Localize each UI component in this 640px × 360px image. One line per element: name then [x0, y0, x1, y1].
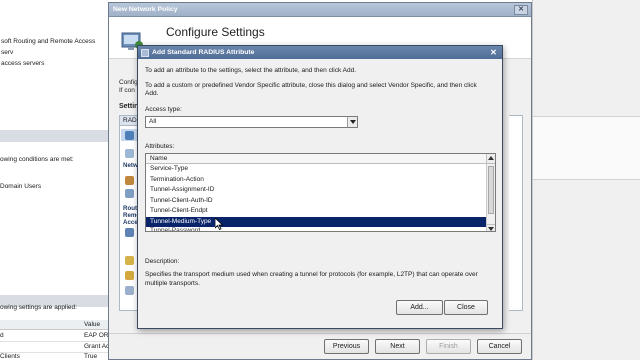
background-right-panel [533, 116, 640, 180]
policy-window-close-icon[interactable]: ✕ [514, 4, 528, 15]
attributes-column-header[interactable]: Name [146, 154, 495, 164]
dialog-close-icon[interactable]: ✕ [488, 48, 499, 58]
list-item[interactable]: Tunnel-Client-Auth-ID [146, 196, 487, 207]
instruction-text-1: To add an attribute to the settings, sel… [145, 67, 357, 74]
ip-filters-icon[interactable] [125, 256, 134, 265]
list-item[interactable]: Tunnel-Password [146, 227, 487, 231]
list-item-selected[interactable]: Tunnel-Medium-Type [146, 216, 487, 227]
instruction-text-2: To add a custom or predefined Vendor Spe… [145, 82, 477, 89]
attributes-list[interactable]: Name Service-Type Termination-Action Tun… [145, 153, 496, 232]
policy-window-footer: Previous Next Finish Cancel [109, 333, 531, 359]
instruction-text-3: Add. [145, 90, 159, 97]
scroll-up-icon[interactable] [486, 154, 495, 163]
scrollbar-thumb[interactable] [488, 166, 494, 214]
console-description: soft Routing and Remote Access serv acce… [0, 36, 108, 69]
access-group: Acce [123, 219, 138, 226]
encryption-icon[interactable] [125, 271, 134, 280]
close-button[interactable]: Close [444, 300, 488, 315]
console-description-line-1: soft Routing and Remote Access serv [1, 38, 96, 56]
configure-text-2: If con [119, 87, 135, 94]
table-row-name: Clients [0, 353, 20, 360]
description-label: Description: [145, 258, 180, 265]
chevron-down-icon[interactable] [347, 117, 357, 127]
list-item[interactable]: Tunnel-Client-Endpt [146, 206, 487, 217]
previous-button[interactable]: Previous [324, 339, 369, 354]
ip-settings-icon[interactable] [125, 286, 134, 295]
settings-text: owing settings are applied: [0, 304, 77, 311]
table-row-name: d [0, 332, 4, 339]
list-item[interactable]: Tunnel-Assignment-ID [146, 185, 487, 196]
attributes-scrollbar[interactable] [486, 164, 495, 231]
description-text: Specifies the transport medium used when… [145, 271, 478, 287]
console-description-line-2: access servers [1, 60, 45, 67]
network-access-group: Netw [123, 162, 138, 169]
mouse-cursor-icon [215, 218, 223, 230]
scroll-down-icon[interactable] [487, 224, 495, 231]
cancel-button[interactable]: Cancel [477, 339, 522, 354]
access-type-value: All [149, 118, 157, 125]
radius-attributes-icon[interactable] [125, 131, 134, 140]
extended-state-icon[interactable] [125, 189, 134, 198]
table-row-value: EAP OR [84, 332, 109, 339]
condition-domain-users[interactable]: Domain Users [0, 183, 41, 190]
policy-window-title: New Network Policy [113, 6, 178, 13]
nap-enforcement-icon[interactable] [125, 176, 134, 185]
background-right-pane [532, 0, 640, 360]
attributes-label: Attributes: [145, 143, 175, 150]
next-button[interactable]: Next [375, 339, 420, 354]
dialog-title: Add Standard RADIUS Attribute [152, 49, 255, 56]
add-button[interactable]: Add... [396, 300, 443, 315]
settings-label: Settin [119, 103, 139, 110]
vendor-specific-icon[interactable] [125, 149, 134, 158]
dialog-app-icon [141, 48, 149, 57]
dialog-titlebar[interactable]: Add Standard RADIUS Attribute ✕ [138, 46, 502, 59]
table-row[interactable]: Clients True [0, 352, 108, 360]
policy-window-titlebar[interactable]: New Network Policy ✕ [109, 3, 531, 17]
access-type-dropdown[interactable]: All [145, 116, 358, 128]
name-column-label: Name [150, 155, 168, 162]
list-item[interactable]: Service-Type [146, 164, 487, 175]
list-item[interactable]: Termination-Action [146, 175, 487, 186]
settings-detail-edge [509, 115, 523, 311]
add-radius-attribute-dialog: Add Standard RADIUS Attribute ✕ To add a… [137, 45, 503, 329]
page-title: Configure Settings [166, 25, 265, 39]
multilink-icon[interactable] [125, 228, 134, 237]
table-row-value: True [84, 353, 98, 360]
conditions-text: owing conditions are met: [0, 156, 74, 163]
table-row-value: Grant Ac [84, 343, 110, 350]
settings-value-header: Value [84, 321, 101, 328]
settings-table-header: Value [0, 320, 108, 330]
finish-button[interactable]: Finish [426, 339, 471, 354]
access-type-label: Access type: [145, 106, 182, 113]
